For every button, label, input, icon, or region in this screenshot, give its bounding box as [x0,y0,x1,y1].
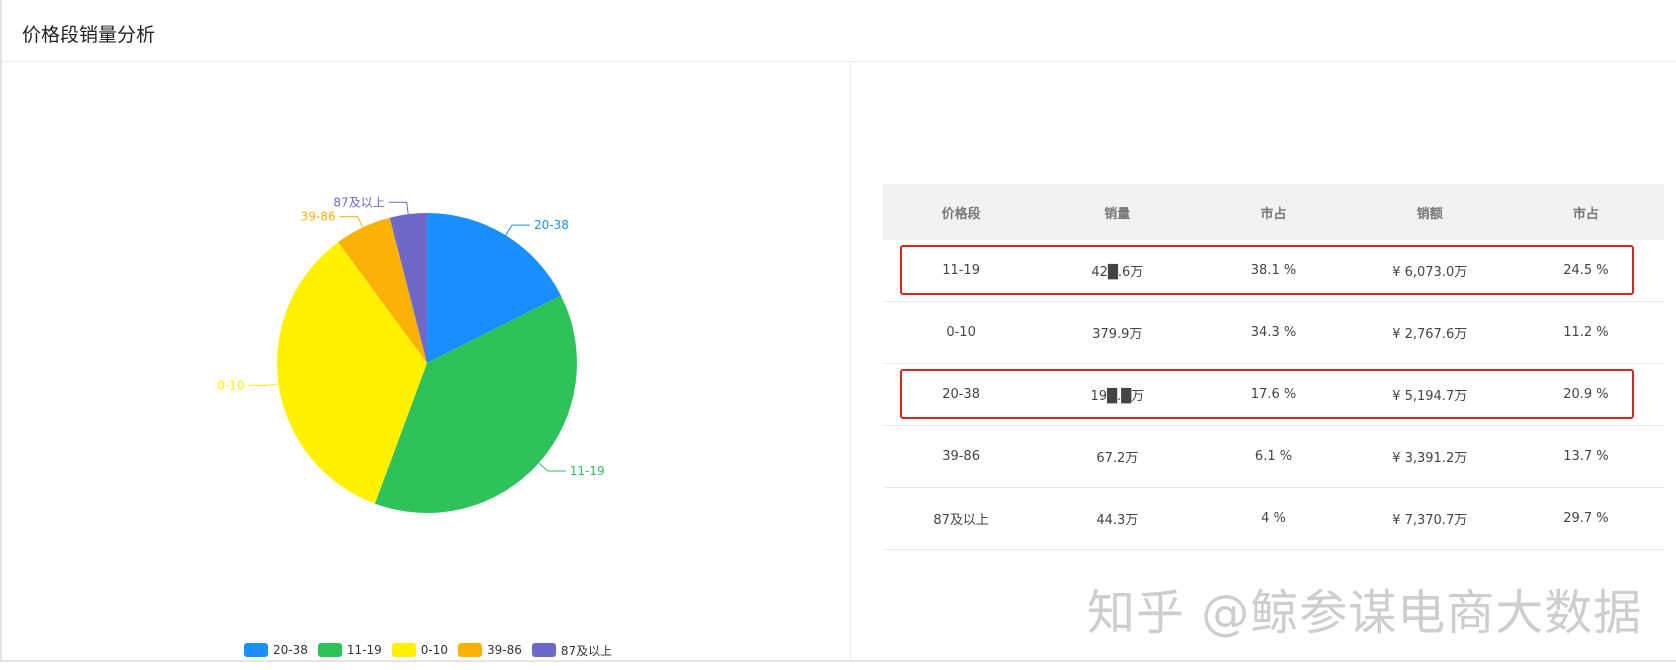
legend-item-0-10[interactable]: 0-10 [391,643,448,657]
legend-item-11-19[interactable]: 11-19 [317,643,382,657]
table-header-cell-4: 市占 [1572,206,1599,222]
table-cell-4: 13.7 % [1563,449,1609,464]
card-header: 价格段销量分析 [2,0,1676,62]
panel-divider [850,63,851,660]
pie-label-20-38: 20-38 [534,218,569,232]
pie-chart: 20-38 11-19 0-10 39-8687及以上 [217,195,605,513]
legend-item-39-86[interactable]: 39-86 [457,643,522,657]
pie-label-0-10: 0-10 [217,379,244,393]
table-header-cell-3: 销额 [1416,206,1443,222]
table-cell-1: 67.2万 [1096,451,1139,466]
legend-swatch [317,643,342,657]
legend-swatch [391,643,416,657]
table-cell-3: ¥ 7,370.7万 [1392,513,1468,528]
legend-item-87及以上[interactable]: 87及以上 [531,642,613,659]
legend-swatch [244,643,268,657]
pie-label-87及以上: 87及以上 [333,195,384,209]
table-cell-1: 379.9万 [1092,327,1143,342]
chart-legend: 20-38 11-19 0-10 39-86 87及以上 [244,642,622,658]
table-cell-3: ¥ 2,767.6万 [1392,327,1468,342]
legend-label: 0-10 [420,643,448,657]
table-cell-0: 0-10 [946,325,976,340]
label-line-20-38 [505,224,531,236]
pie-label-11-19: 11-19 [570,464,605,478]
pie-label-39-86: 39-86 [301,210,336,224]
table-row: 87及以上 44.3万 4 % ¥ 7,370.7万 29.7 % [883,488,1664,550]
table-row: 39-86 67.2万 6.1 % ¥ 3,391.2万 13.7 % [883,426,1664,488]
table-cell-0: 39-86 [942,449,980,464]
legend-swatch [531,643,556,657]
label-line-0-10 [248,383,279,387]
table-header-cell-0: 价格段 [941,206,981,222]
highlight-box-row-11-19 [900,245,1634,295]
legend-swatch [457,643,482,657]
table-cell-2: 34.3 % [1250,325,1297,340]
legend-item-20-38[interactable]: 20-38 [244,643,308,657]
table-header-cell-2: 市占 [1260,206,1287,222]
table-cell-0: 87及以上 [933,513,989,528]
table-header-row: 价格段 销量 市占 销额 市占 [883,184,1664,240]
label-line-87及以上 [388,201,409,215]
price-segment-card: 价格段销量分析 20-38 11-19 0-10 39-86 87及以上 20-38 11… [0,0,1676,662]
price-segment-table: 价格段 销量 市占 销额 市占 11-19 42█.6万 38.1 % ¥ 6,073.0万 2… [883,184,1664,550]
table-cell-2: 6.1 % [1254,449,1293,464]
highlight-box-row-20-38 [900,369,1634,419]
label-line-11-19 [538,462,566,472]
table-cell-3: ¥ 3,391.2万 [1392,451,1468,466]
table-cell-4: 11.2 % [1563,325,1609,340]
legend-label: 11-19 [346,643,382,657]
legend-label: 87及以上 [560,643,613,658]
table-cell-2: 4 % [1261,511,1286,526]
table-row: 0-10 379.9万 34.3 % ¥ 2,767.6万 11.2 % [883,302,1664,364]
legend-label: 20-38 [273,643,308,657]
card-title: 价格段销量分析 [22,24,156,46]
table-header-cell-1: 销量 [1104,206,1131,222]
table-cell-1: 44.3万 [1096,513,1139,528]
watermark: 知乎 @鲸参谋电商大数据 [1087,585,1643,641]
legend-label: 39-86 [486,643,522,657]
table-cell-4: 29.7 % [1563,511,1609,526]
label-line-39-86 [339,216,364,228]
